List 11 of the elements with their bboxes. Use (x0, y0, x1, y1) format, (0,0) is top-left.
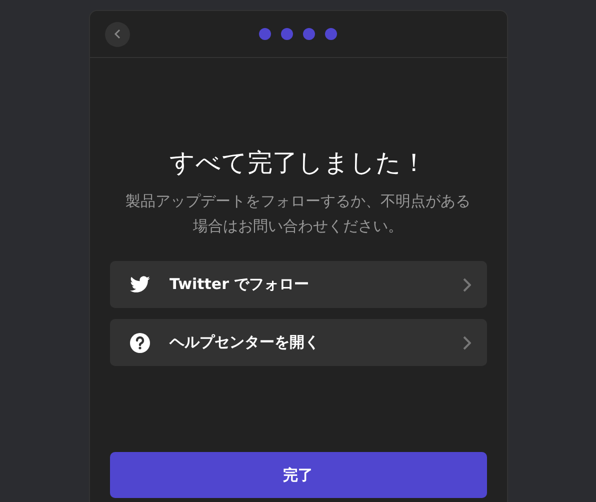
chevron-right-icon (462, 336, 470, 350)
chevron-right-icon (462, 278, 470, 292)
link-item[interactable]: ヘルプセンターを開く (110, 319, 486, 366)
chevron-left-icon (114, 29, 120, 39)
bird-icon (130, 276, 150, 293)
dialog-title: すべて完了しました！ (168, 147, 428, 179)
help-icon (130, 332, 150, 352)
done-button[interactable]: 完了 (110, 452, 486, 498)
back-button[interactable] (104, 22, 130, 46)
link-item[interactable]: Twitter でフォロー (110, 261, 486, 308)
dialog-subtitle: 製品アップデートをフォローするか、不明点がある場合はお問い合わせください。 (124, 191, 472, 237)
